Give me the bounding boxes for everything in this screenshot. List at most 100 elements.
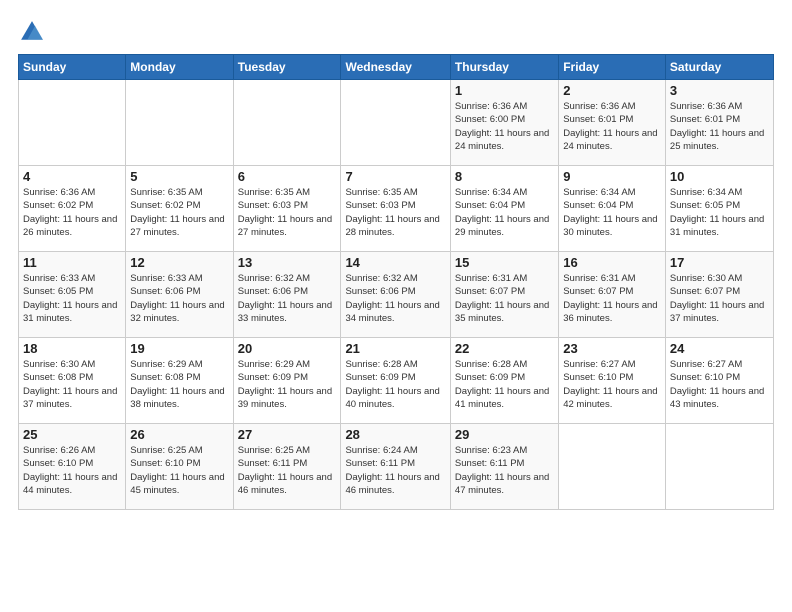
calendar-cell: 16 Sunrise: 6:31 AM Sunset: 6:07 PM Dayli… <box>559 252 666 338</box>
calendar-cell <box>341 80 450 166</box>
day-number: 5 <box>130 169 228 184</box>
day-number: 6 <box>238 169 337 184</box>
day-number: 19 <box>130 341 228 356</box>
day-info: Sunrise: 6:36 AM Sunset: 6:02 PM Dayligh… <box>23 186 121 239</box>
day-info: Sunrise: 6:29 AM Sunset: 6:09 PM Dayligh… <box>238 358 337 411</box>
calendar-cell: 25Sunrise: 6:26 AM Sunset: 6:10 PM Dayli… <box>19 424 126 510</box>
day-number: 22 <box>455 341 554 356</box>
day-info: Sunrise: 6:25 AM Sunset: 6:10 PM Dayligh… <box>130 444 228 497</box>
day-number: 27 <box>238 427 337 442</box>
calendar-cell: 29 Sunrise: 6:23 AM Sunset: 6:11 PM Dayli… <box>450 424 558 510</box>
day-info: Sunrise: 6:24 AM Sunset: 6:11 PM Dayligh… <box>345 444 445 497</box>
weekday-header: Friday <box>559 55 666 80</box>
calendar-cell: 10 Sunrise: 6:34 AM Sunset: 6:05 PM Dayli… <box>665 166 773 252</box>
calendar-cell: 18 Sunrise: 6:30 AM Sunset: 6:08 PM Dayli… <box>19 338 126 424</box>
day-number: 28 <box>345 427 445 442</box>
weekday-header: Monday <box>126 55 233 80</box>
day-info: Sunrise: 6:31 AM Sunset: 6:07 PM Dayligh… <box>563 272 661 325</box>
day-number: 29 <box>455 427 554 442</box>
calendar-cell: 22Sunrise: 6:28 AM Sunset: 6:09 PM Dayli… <box>450 338 558 424</box>
calendar-cell: 6 Sunrise: 6:35 AM Sunset: 6:03 PM Daylig… <box>233 166 341 252</box>
weekday-header: Tuesday <box>233 55 341 80</box>
logo-icon <box>18 18 46 46</box>
calendar-cell: 5 Sunrise: 6:35 AM Sunset: 6:02 PM Daylig… <box>126 166 233 252</box>
calendar-cell: 2 Sunrise: 6:36 AM Sunset: 6:01 PM Daylig… <box>559 80 666 166</box>
calendar-cell: 4 Sunrise: 6:36 AM Sunset: 6:02 PM Daylig… <box>19 166 126 252</box>
calendar-cell <box>19 80 126 166</box>
calendar-cell: 3 Sunrise: 6:36 AM Sunset: 6:01 PM Daylig… <box>665 80 773 166</box>
day-info: Sunrise: 6:28 AM Sunset: 6:09 PM Dayligh… <box>345 358 445 411</box>
calendar-cell: 1 Sunrise: 6:36 AM Sunset: 6:00 PM Daylig… <box>450 80 558 166</box>
day-number: 10 <box>670 169 769 184</box>
calendar-cell <box>665 424 773 510</box>
day-info: Sunrise: 6:30 AM Sunset: 6:07 PM Dayligh… <box>670 272 769 325</box>
day-number: 14 <box>345 255 445 270</box>
day-info: Sunrise: 6:30 AM Sunset: 6:08 PM Dayligh… <box>23 358 121 411</box>
day-info: Sunrise: 6:34 AM Sunset: 6:04 PM Dayligh… <box>455 186 554 239</box>
calendar-cell: 26 Sunrise: 6:25 AM Sunset: 6:10 PM Dayli… <box>126 424 233 510</box>
day-info: Sunrise: 6:35 AM Sunset: 6:02 PM Dayligh… <box>130 186 228 239</box>
day-number: 20 <box>238 341 337 356</box>
calendar-cell: 24 Sunrise: 6:27 AM Sunset: 6:10 PM Dayli… <box>665 338 773 424</box>
day-info: Sunrise: 6:23 AM Sunset: 6:11 PM Dayligh… <box>455 444 554 497</box>
weekday-header: Thursday <box>450 55 558 80</box>
day-info: Sunrise: 6:31 AM Sunset: 6:07 PM Dayligh… <box>455 272 554 325</box>
day-number: 11 <box>23 255 121 270</box>
calendar-cell: 23 Sunrise: 6:27 AM Sunset: 6:10 PM Dayli… <box>559 338 666 424</box>
calendar-cell: 7 Sunrise: 6:35 AM Sunset: 6:03 PM Daylig… <box>341 166 450 252</box>
day-info: Sunrise: 6:27 AM Sunset: 6:10 PM Dayligh… <box>670 358 769 411</box>
day-info: Sunrise: 6:27 AM Sunset: 6:10 PM Dayligh… <box>563 358 661 411</box>
day-info: Sunrise: 6:34 AM Sunset: 6:05 PM Dayligh… <box>670 186 769 239</box>
day-info: Sunrise: 6:26 AM Sunset: 6:10 PM Dayligh… <box>23 444 121 497</box>
day-number: 23 <box>563 341 661 356</box>
day-info: Sunrise: 6:35 AM Sunset: 6:03 PM Dayligh… <box>238 186 337 239</box>
calendar-cell: 20 Sunrise: 6:29 AM Sunset: 6:09 PM Dayli… <box>233 338 341 424</box>
calendar-table: SundayMondayTuesdayWednesdayThursdayFrid… <box>18 54 774 510</box>
calendar-cell: 27 Sunrise: 6:25 AM Sunset: 6:11 PM Dayli… <box>233 424 341 510</box>
day-number: 24 <box>670 341 769 356</box>
calendar-cell: 21 Sunrise: 6:28 AM Sunset: 6:09 PM Dayli… <box>341 338 450 424</box>
day-number: 8 <box>455 169 554 184</box>
day-number: 26 <box>130 427 228 442</box>
day-info: Sunrise: 6:36 AM Sunset: 6:00 PM Dayligh… <box>455 100 554 153</box>
day-number: 13 <box>238 255 337 270</box>
day-number: 21 <box>345 341 445 356</box>
day-number: 2 <box>563 83 661 98</box>
day-number: 4 <box>23 169 121 184</box>
day-info: Sunrise: 6:29 AM Sunset: 6:08 PM Dayligh… <box>130 358 228 411</box>
day-number: 16 <box>563 255 661 270</box>
calendar-cell <box>559 424 666 510</box>
day-info: Sunrise: 6:36 AM Sunset: 6:01 PM Dayligh… <box>670 100 769 153</box>
day-number: 15 <box>455 255 554 270</box>
calendar-cell: 13Sunrise: 6:32 AM Sunset: 6:06 PM Dayli… <box>233 252 341 338</box>
day-info: Sunrise: 6:33 AM Sunset: 6:06 PM Dayligh… <box>130 272 228 325</box>
weekday-header: Saturday <box>665 55 773 80</box>
day-number: 12 <box>130 255 228 270</box>
day-number: 18 <box>23 341 121 356</box>
weekday-header: Sunday <box>19 55 126 80</box>
calendar-cell: 9Sunrise: 6:34 AM Sunset: 6:04 PM Daylig… <box>559 166 666 252</box>
calendar-cell: 8 Sunrise: 6:34 AM Sunset: 6:04 PM Daylig… <box>450 166 558 252</box>
calendar-cell: 17 Sunrise: 6:30 AM Sunset: 6:07 PM Dayli… <box>665 252 773 338</box>
calendar-cell: 15 Sunrise: 6:31 AM Sunset: 6:07 PM Dayli… <box>450 252 558 338</box>
calendar-cell: 28 Sunrise: 6:24 AM Sunset: 6:11 PM Dayli… <box>341 424 450 510</box>
day-number: 1 <box>455 83 554 98</box>
day-info: Sunrise: 6:32 AM Sunset: 6:06 PM Dayligh… <box>345 272 445 325</box>
day-number: 3 <box>670 83 769 98</box>
day-info: Sunrise: 6:34 AM Sunset: 6:04 PM Dayligh… <box>563 186 661 239</box>
calendar-cell: 14 Sunrise: 6:32 AM Sunset: 6:06 PM Dayli… <box>341 252 450 338</box>
logo <box>18 18 50 46</box>
weekday-header: Wednesday <box>341 55 450 80</box>
day-info: Sunrise: 6:36 AM Sunset: 6:01 PM Dayligh… <box>563 100 661 153</box>
day-info: Sunrise: 6:35 AM Sunset: 6:03 PM Dayligh… <box>345 186 445 239</box>
calendar-cell: 19 Sunrise: 6:29 AM Sunset: 6:08 PM Dayli… <box>126 338 233 424</box>
calendar-cell <box>126 80 233 166</box>
day-number: 17 <box>670 255 769 270</box>
calendar-cell: 11 Sunrise: 6:33 AM Sunset: 6:05 PM Dayli… <box>19 252 126 338</box>
day-info: Sunrise: 6:33 AM Sunset: 6:05 PM Dayligh… <box>23 272 121 325</box>
calendar-cell: 12 Sunrise: 6:33 AM Sunset: 6:06 PM Dayli… <box>126 252 233 338</box>
calendar-cell <box>233 80 341 166</box>
day-info: Sunrise: 6:25 AM Sunset: 6:11 PM Dayligh… <box>238 444 337 497</box>
page-header <box>18 18 774 46</box>
day-number: 7 <box>345 169 445 184</box>
